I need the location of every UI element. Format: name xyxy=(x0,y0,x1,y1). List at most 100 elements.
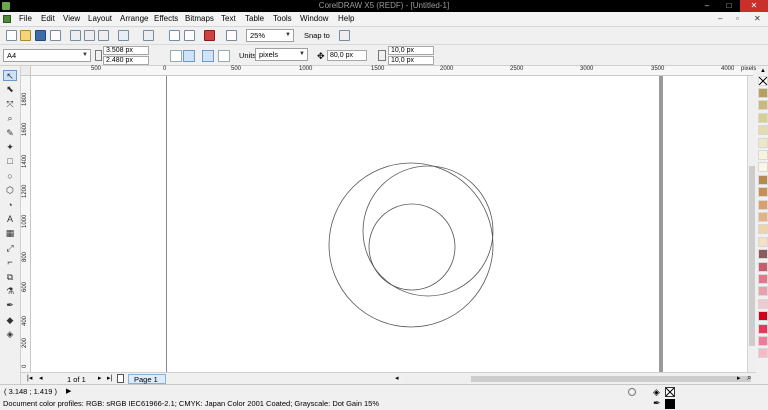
save-icon[interactable] xyxy=(35,30,46,41)
page-tab[interactable]: Page 1 xyxy=(128,374,166,384)
color-swatch[interactable] xyxy=(758,125,768,136)
smart-fill-tool-icon[interactable]: ✦ xyxy=(3,142,17,153)
options-icon[interactable] xyxy=(339,30,350,41)
menu-text[interactable]: Text xyxy=(221,14,236,23)
vertical-ruler[interactable]: 1800 1600 1400 1200 1000 800 600 400 200… xyxy=(21,76,31,372)
middle-circle[interactable] xyxy=(362,165,494,297)
color-swatch[interactable] xyxy=(758,137,768,148)
page-width-field[interactable]: 3.508 px xyxy=(103,46,149,55)
close-button[interactable]: ✕ xyxy=(740,0,768,12)
print-icon[interactable] xyxy=(50,30,61,41)
snap-to-dropdown[interactable]: Snap to xyxy=(304,31,330,40)
doc-close-button[interactable]: ✕ xyxy=(754,14,761,23)
menu-tools[interactable]: Tools xyxy=(273,14,292,23)
paper-size-combo[interactable]: A4 ▼ xyxy=(3,49,91,62)
color-swatch[interactable] xyxy=(758,100,768,111)
color-swatch[interactable] xyxy=(758,224,768,235)
horizontal-scroll-thumb[interactable] xyxy=(471,376,751,382)
scroll-left-icon[interactable]: ◂ xyxy=(395,374,399,382)
color-swatch[interactable] xyxy=(758,187,768,198)
color-swatch[interactable] xyxy=(758,336,768,346)
menu-window[interactable]: Window xyxy=(300,14,328,23)
text-tool-icon[interactable]: A xyxy=(3,214,17,225)
last-page-button[interactable]: ▸| xyxy=(107,374,112,382)
color-swatch[interactable] xyxy=(758,236,768,247)
snap-status-icon[interactable] xyxy=(628,388,636,396)
menu-table[interactable]: Table xyxy=(245,14,264,23)
color-swatch[interactable] xyxy=(758,298,768,309)
freehand-tool-icon[interactable]: ✎ xyxy=(3,128,17,139)
color-swatch[interactable] xyxy=(758,112,768,123)
page-height-field[interactable]: 2.480 px xyxy=(103,56,149,65)
outline-pen-tool-icon[interactable]: ✒ xyxy=(3,300,17,311)
table-tool-icon[interactable]: ▦ xyxy=(3,228,17,239)
crop-tool-icon[interactable]: ⤧ xyxy=(3,99,17,110)
blend-tool-icon[interactable]: ⧉ xyxy=(3,272,17,283)
ruler-origin[interactable] xyxy=(21,66,31,76)
ellipse-tool-icon[interactable]: ○ xyxy=(3,171,17,182)
vertical-scroll-thumb[interactable] xyxy=(749,166,755,346)
color-swatch[interactable] xyxy=(758,311,768,322)
color-swatch[interactable] xyxy=(758,162,768,173)
shape-tool-icon[interactable]: ⬉ xyxy=(3,84,17,95)
color-swatch[interactable] xyxy=(758,323,768,334)
nudge-distance-field[interactable]: 80,0 px xyxy=(327,50,367,61)
interactive-fill-tool-icon[interactable]: ◈ xyxy=(3,329,17,340)
scroll-right-icon[interactable]: ▸ xyxy=(737,374,741,382)
undo-icon[interactable] xyxy=(118,30,129,41)
export-icon[interactable] xyxy=(204,30,215,41)
outer-circle[interactable] xyxy=(328,162,494,328)
minimize-button[interactable]: – xyxy=(696,0,718,12)
horizontal-ruler[interactable]: 500 0 500 1000 1500 2000 2500 3000 3500 … xyxy=(21,66,756,76)
rectangle-tool-icon[interactable]: □ xyxy=(3,156,17,167)
current-page-button[interactable] xyxy=(218,50,230,62)
restore-button[interactable]: □ xyxy=(718,0,740,12)
color-swatch[interactable] xyxy=(758,150,768,160)
menu-file[interactable]: File xyxy=(19,14,32,23)
doc-minimize-button[interactable]: – xyxy=(718,14,722,23)
duplicate-x-field[interactable]: 10,0 px xyxy=(388,46,434,55)
palette-scroll-up-icon[interactable]: ▲ xyxy=(758,68,768,74)
menu-effects[interactable]: Effects xyxy=(154,14,178,23)
duplicate-y-field[interactable]: 10,0 px xyxy=(388,56,434,65)
color-swatch[interactable] xyxy=(758,348,768,359)
outline-color-swatch[interactable] xyxy=(665,399,675,409)
pick-tool-icon[interactable]: ↖ xyxy=(3,70,17,81)
fill-none-swatch[interactable] xyxy=(665,387,675,397)
redo-icon[interactable] xyxy=(143,30,154,41)
landscape-button[interactable] xyxy=(183,50,195,62)
doc-restore-button[interactable]: ▫ xyxy=(736,14,739,23)
color-swatch[interactable] xyxy=(758,88,768,98)
portrait-button[interactable] xyxy=(170,50,182,62)
color-profiles-info[interactable]: Document color profiles: RGB: sRGB IEC61… xyxy=(3,399,379,408)
prev-page-button[interactable]: ◂ xyxy=(39,374,43,382)
eyedropper-tool-icon[interactable]: ⚗ xyxy=(3,286,17,297)
menu-help[interactable]: Help xyxy=(338,14,354,23)
horizontal-scrollbar[interactable] xyxy=(403,375,761,383)
parallel-dimension-tool-icon[interactable]: ⤢ xyxy=(3,243,17,254)
menu-edit[interactable]: Edit xyxy=(41,14,55,23)
search-content-icon[interactable] xyxy=(169,30,180,41)
color-swatch[interactable] xyxy=(758,274,768,284)
menu-arrange[interactable]: Arrange xyxy=(120,14,148,23)
document-icon[interactable] xyxy=(3,15,11,23)
menu-view[interactable]: View xyxy=(63,14,80,23)
expand-status-icon[interactable]: ▶ xyxy=(66,387,71,395)
paste-icon[interactable] xyxy=(98,30,109,41)
color-swatch[interactable] xyxy=(758,199,768,210)
zoom-tool-icon[interactable]: ⌕ xyxy=(3,113,17,124)
polygon-tool-icon[interactable]: ⬡ xyxy=(3,185,17,196)
basic-shapes-tool-icon[interactable]: ◔ xyxy=(3,200,17,211)
straight-connector-tool-icon[interactable]: ⌐ xyxy=(3,257,17,268)
fill-tool-icon[interactable]: ◆ xyxy=(3,315,17,326)
open-icon[interactable] xyxy=(20,30,31,41)
add-page-icon[interactable] xyxy=(117,374,124,383)
color-swatch[interactable] xyxy=(758,261,768,272)
new-document-icon[interactable] xyxy=(6,30,17,41)
navigator-icon[interactable]: ⌕ xyxy=(747,373,751,383)
zoom-level-combo[interactable]: 25% ▼ xyxy=(246,29,294,42)
next-page-button[interactable]: ▸ xyxy=(98,374,102,382)
no-color-swatch[interactable] xyxy=(758,76,768,86)
menu-bitmaps[interactable]: Bitmaps xyxy=(185,14,214,23)
units-combo[interactable]: pixels ▼ xyxy=(255,48,308,61)
